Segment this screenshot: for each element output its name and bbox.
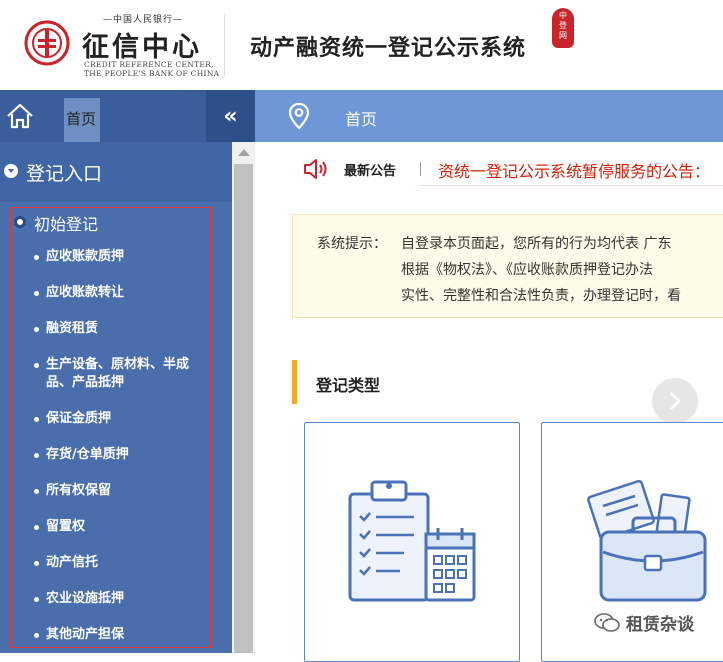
sidebar-item-label: 动产信托: [46, 555, 99, 570]
carousel-next-button[interactable]: [652, 378, 698, 424]
bullet-icon: [34, 489, 39, 494]
logo-english-line1: CREDIT REFERENCE CENTER,: [84, 60, 214, 69]
home-icon: [7, 103, 33, 129]
section-accent-bar: [292, 360, 297, 404]
bullet-icon: [34, 363, 39, 368]
sidebar-item-label: 生产设备、原材料、半成品、产品抵押: [46, 357, 190, 390]
bullet-icon: [34, 561, 39, 566]
sidebar-collapse-button[interactable]: «: [206, 90, 255, 142]
header-divider: [224, 14, 225, 76]
sidebar-item-movable-trust[interactable]: 动产信托: [34, 554, 209, 572]
scroll-up-arrow-icon[interactable]: [232, 142, 255, 162]
logo-top-text: —中国人民银行—: [102, 15, 183, 25]
bullet-icon: [34, 525, 39, 530]
chevron-right-icon: [670, 392, 681, 410]
tips-line: 实性、完整性和合法性负责，办理登记时，看: [401, 288, 681, 304]
bullet-icon: [34, 597, 39, 602]
sidebar-item-label: 其他动产担保: [46, 627, 125, 642]
sidebar-item-lien[interactable]: 留置权: [34, 518, 209, 536]
group-label: 初始登记: [34, 215, 99, 234]
header: —中国人民银行— 征信中心 CREDIT REFERENCE CENTER, T…: [0, 0, 723, 90]
bullet-icon: [34, 453, 39, 458]
main-topbar: 首页: [255, 90, 723, 142]
wechat-icon: [594, 613, 620, 632]
sidebar-item-equipment-mortgage[interactable]: 生产设备、原材料、半成品、产品抵押: [34, 356, 209, 392]
bullet-icon: [34, 417, 39, 422]
announcement-label: 最新公告: [344, 164, 397, 179]
credit-center-emblem-icon: [24, 20, 70, 66]
sidebar-item-other-guarantee[interactable]: 其他动产担保: [34, 626, 209, 644]
system-tips-box: 系统提示： 自登录本页面起，您所有的行为均代表 广东 根据《物权法》、《应收账款…: [292, 214, 723, 318]
double-chevron-left-icon: «: [223, 103, 238, 129]
clipboard-calendar-icon: [348, 480, 476, 602]
sidebar-item-label: 应收账款质押: [46, 249, 125, 264]
seal-char: 网: [559, 31, 567, 40]
sidebar: 首页 « 登记入口 初始登记 应收账款质押 应收账款转让 融资租赁 生产设备、原…: [0, 90, 255, 653]
bullet-icon: [34, 633, 39, 638]
sidebar-item-label: 存货/仓单质押: [46, 447, 129, 462]
announcement-separator: [420, 162, 421, 176]
seal-char: 登: [559, 21, 567, 30]
sidebar-item-deposit-pledge[interactable]: 保证金质押: [34, 410, 209, 428]
sidebar-item-financial-leasing[interactable]: 融资租赁: [34, 320, 209, 338]
seal-char: 中: [559, 11, 567, 20]
sidebar-item-label: 农业设施抵押: [46, 591, 125, 606]
sidebar-item-agri-facility-mortgage[interactable]: 农业设施抵押: [34, 590, 209, 608]
tips-line: 根据《物权法》、《应收账款质押登记办法: [401, 262, 653, 278]
bullet-icon: [34, 327, 39, 332]
breadcrumb[interactable]: 首页: [345, 106, 377, 130]
sidebar-top-bar: 首页 «: [0, 90, 255, 142]
registration-type-card[interactable]: [304, 422, 520, 662]
sidebar-item-label: 保证金质押: [46, 411, 112, 426]
section-label: 登记入口: [26, 163, 103, 185]
sidebar-scrollbar[interactable]: [232, 142, 255, 653]
tips-label: 系统提示：: [317, 236, 387, 252]
location-pin-icon: [288, 102, 310, 130]
tab-home-label[interactable]: 首页: [66, 108, 96, 129]
watermark-text: 租赁杂谈: [626, 615, 694, 635]
home-button[interactable]: [0, 90, 40, 142]
sidebar-item-label: 应收账款转让: [46, 285, 125, 300]
sidebar-item-label: 留置权: [46, 519, 86, 534]
wechat-watermark: 租赁杂谈: [594, 610, 704, 635]
system-title: 动产融资统一登记公示系统: [250, 35, 527, 61]
caret-down-circle-icon: [4, 164, 18, 178]
sidebar-item-label: 融资租赁: [46, 321, 99, 336]
sidebar-item-receivables-transfer[interactable]: 应收账款转让: [34, 284, 209, 302]
sidebar-item-title-retention[interactable]: 所有权保留: [34, 482, 209, 500]
sidebar-item-label: 所有权保留: [46, 483, 112, 498]
announcement-underline: [420, 185, 723, 186]
bullet-icon: [34, 291, 39, 296]
sidebar-section-register-entry[interactable]: 登记入口: [0, 142, 232, 202]
announcement-link[interactable]: 资统一登记公示系统暂停服务的公告：: [438, 158, 710, 182]
radio-dot-icon: [14, 216, 26, 228]
sidebar-item-receivables-pledge[interactable]: 应收账款质押: [34, 248, 209, 266]
announcement-bar: 最新公告 资统一登记公示系统暂停服务的公告：: [290, 150, 723, 190]
tips-line: 自登录本页面起，您所有的行为均代表 广东: [401, 236, 672, 252]
seal-logo: 中 登 网: [552, 8, 574, 48]
speaker-icon: [304, 159, 327, 179]
logo-name: 征信中心: [82, 32, 202, 63]
bullet-icon: [34, 255, 39, 260]
logo-english-line2: THE PEOPLE'S BANK OF CHINA: [84, 69, 220, 78]
sidebar-item-inventory-pledge[interactable]: 存货/仓单质押: [34, 446, 209, 464]
scrollbar-thumb[interactable]: [234, 164, 253, 653]
section-title: 登记类型: [316, 376, 381, 395]
